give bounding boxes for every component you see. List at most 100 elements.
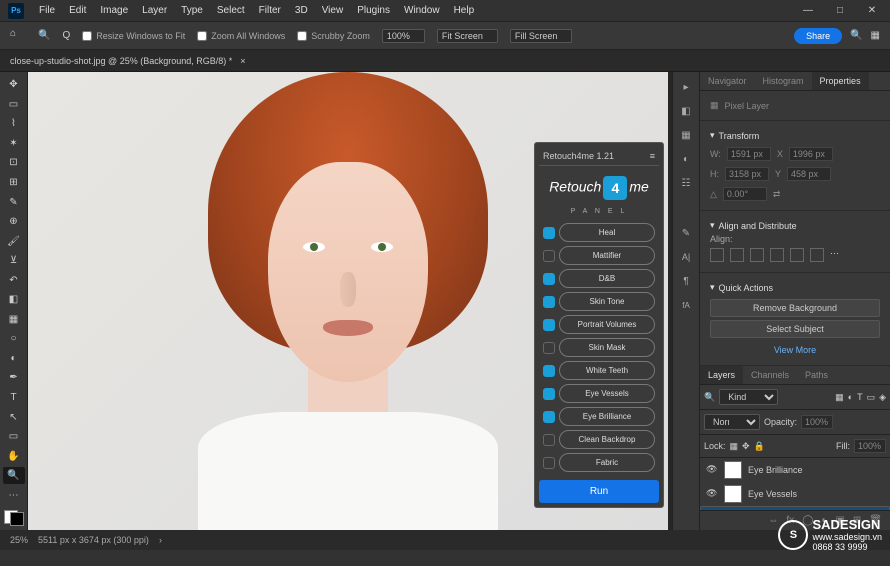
fit-screen-button[interactable]: Fit Screen xyxy=(437,29,498,43)
width-input[interactable] xyxy=(727,147,771,161)
home-icon[interactable]: ⌂ xyxy=(10,28,26,44)
adjustments-panel-icon[interactable]: ◐ xyxy=(677,150,695,168)
heal-tool[interactable]: ⊕ xyxy=(3,213,25,231)
eyedropper-tool[interactable]: ✎ xyxy=(3,193,25,211)
menu-layer[interactable]: Layer xyxy=(135,2,174,19)
visibility-icon[interactable]: 👁 xyxy=(706,488,718,500)
align-center-h-icon[interactable] xyxy=(730,248,744,262)
plugin-checkbox-1[interactable] xyxy=(543,250,555,262)
zoom-tool[interactable]: 🔍 xyxy=(3,467,25,485)
filter-shape-icon[interactable]: ▭ xyxy=(867,392,876,403)
tab-layers[interactable]: Layers xyxy=(700,366,743,384)
menu-image[interactable]: Image xyxy=(93,2,135,19)
edit-toolbar[interactable]: ⋯ xyxy=(3,486,25,504)
stamp-tool[interactable]: ⊻ xyxy=(3,252,25,270)
menu-select[interactable]: Select xyxy=(210,2,252,19)
new-layer-icon[interactable]: ⊞ xyxy=(853,515,861,526)
zoom-out-icon[interactable]: Q xyxy=(62,30,70,41)
menu-type[interactable]: Type xyxy=(174,2,210,19)
plugin-button-clean-backdrop[interactable]: Clean Backdrop xyxy=(559,430,655,449)
document-tab[interactable]: close-up-studio-shot.jpg @ 25% (Backgrou… xyxy=(0,50,890,72)
layer-thumbnail[interactable] xyxy=(724,461,742,479)
fill-input[interactable] xyxy=(854,439,886,453)
plugin-checkbox-5[interactable] xyxy=(543,342,555,354)
lock-pixels-icon[interactable]: ▦ xyxy=(730,441,739,452)
tab-histogram[interactable]: Histogram xyxy=(755,72,812,90)
move-tool[interactable]: ✥ xyxy=(3,76,25,94)
menu-help[interactable]: Help xyxy=(447,2,482,19)
layer-fx-icon[interactable]: fx xyxy=(786,515,794,526)
zoom-level[interactable]: 25% xyxy=(10,535,28,545)
plugin-button-mattifier[interactable]: Mattifier xyxy=(559,246,655,265)
zoom-all-checkbox[interactable] xyxy=(197,31,207,41)
glyphs-panel-icon[interactable]: fA xyxy=(677,296,695,314)
align-top-icon[interactable] xyxy=(770,248,784,262)
canvas[interactable]: Retouch4me 1.21≡ Retouch4me P A N E L He… xyxy=(28,72,672,530)
plugin-button-eye-vessels[interactable]: Eye Vessels xyxy=(559,384,655,403)
transform-section[interactable]: ▾ Transform xyxy=(710,127,880,144)
layer-row[interactable]: 👁Eye Brilliance xyxy=(700,458,890,482)
x-input[interactable] xyxy=(789,147,833,161)
brush-tool[interactable]: 🖌 xyxy=(3,232,25,250)
remove-background-button[interactable]: Remove Background xyxy=(710,299,880,317)
color-panel-icon[interactable]: ◧ xyxy=(677,102,695,120)
plugin-checkbox-10[interactable] xyxy=(543,457,555,469)
plugin-checkbox-7[interactable] xyxy=(543,388,555,400)
adjustment-layer-icon[interactable]: ◐ xyxy=(821,515,827,526)
scrubby-zoom-checkbox[interactable] xyxy=(297,31,307,41)
align-bottom-icon[interactable] xyxy=(810,248,824,262)
align-left-icon[interactable] xyxy=(710,248,724,262)
gradient-tool[interactable]: ▦ xyxy=(3,311,25,329)
plugin-checkbox-3[interactable] xyxy=(543,296,555,308)
plugin-checkbox-0[interactable] xyxy=(543,227,555,239)
swatches-panel-icon[interactable]: ▦ xyxy=(677,126,695,144)
dodge-tool[interactable]: ◐ xyxy=(3,350,25,368)
filter-smart-icon[interactable]: ◈ xyxy=(879,392,886,403)
resize-windows-checkbox[interactable] xyxy=(82,31,92,41)
y-input[interactable] xyxy=(787,167,831,181)
tab-paths[interactable]: Paths xyxy=(797,366,836,384)
link-layers-icon[interactable]: ⇔ xyxy=(768,515,778,526)
libraries-panel-icon[interactable]: ☷ xyxy=(677,174,695,192)
path-tool[interactable]: ↖ xyxy=(3,408,25,426)
marquee-tool[interactable]: ▭ xyxy=(3,96,25,114)
plugin-checkbox-6[interactable] xyxy=(543,365,555,377)
plugin-button-heal[interactable]: Heal xyxy=(559,223,655,242)
wand-tool[interactable]: ✶ xyxy=(3,135,25,153)
character-panel-icon[interactable]: A| xyxy=(677,248,695,266)
align-section[interactable]: ▾ Align and Distribute xyxy=(710,217,880,234)
color-swatches[interactable] xyxy=(4,510,24,526)
view-more-link[interactable]: View More xyxy=(710,341,880,359)
select-subject-button[interactable]: Select Subject xyxy=(710,320,880,338)
plugin-checkbox-9[interactable] xyxy=(543,434,555,446)
paragraph-panel-icon[interactable]: ¶ xyxy=(677,272,695,290)
history-brush-tool[interactable]: ↶ xyxy=(3,271,25,289)
filter-type-icon[interactable]: T xyxy=(857,392,863,402)
menu-window[interactable]: Window xyxy=(397,2,447,19)
search-icon[interactable]: 🔍 xyxy=(850,30,862,41)
zoom-100-button[interactable]: 100% xyxy=(382,29,425,43)
layer-thumbnail[interactable] xyxy=(724,485,742,503)
tab-close-icon[interactable]: × xyxy=(240,56,245,66)
flip-icon[interactable]: ⇄ xyxy=(773,189,781,200)
plugin-button-portrait-volumes[interactable]: Portrait Volumes xyxy=(559,315,655,334)
height-input[interactable] xyxy=(725,167,769,181)
menu-file[interactable]: File xyxy=(32,2,62,19)
angle-input[interactable] xyxy=(723,187,767,201)
group-icon[interactable]: ▣ xyxy=(835,515,844,526)
menu-view[interactable]: View xyxy=(315,2,351,19)
plugin-button-fabric[interactable]: Fabric xyxy=(559,453,655,472)
menu-edit[interactable]: Edit xyxy=(62,2,93,19)
plugin-button-skin-mask[interactable]: Skin Mask xyxy=(559,338,655,357)
filter-pixel-icon[interactable]: ▦ xyxy=(835,392,844,403)
plugin-checkbox-8[interactable] xyxy=(543,411,555,423)
zoom-icon[interactable]: 🔍 xyxy=(38,30,50,41)
fill-screen-button[interactable]: Fill Screen xyxy=(510,29,573,43)
menu-filter[interactable]: Filter xyxy=(252,2,288,19)
share-button[interactable]: Share xyxy=(794,28,842,44)
blend-mode-select[interactable]: Normal xyxy=(704,414,760,430)
tab-properties[interactable]: Properties xyxy=(812,72,869,90)
run-button[interactable]: Run xyxy=(539,480,659,503)
shape-tool[interactable]: ▭ xyxy=(3,428,25,446)
blur-tool[interactable]: ○ xyxy=(3,330,25,348)
